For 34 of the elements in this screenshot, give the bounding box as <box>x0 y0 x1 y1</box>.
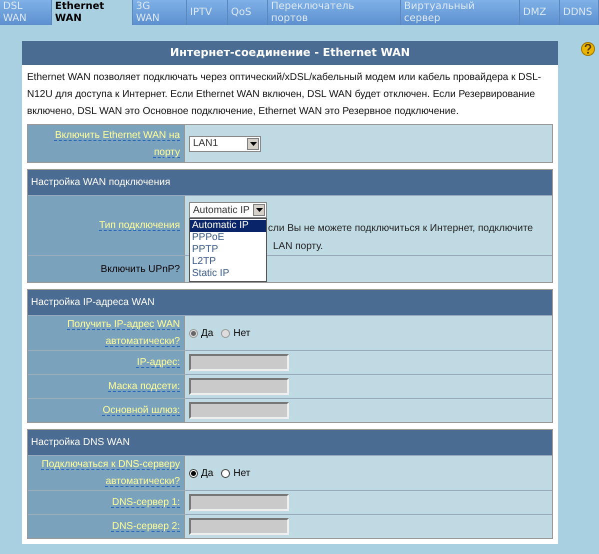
hint-text: LAN порту. <box>272 240 324 254</box>
radio-label: Нет <box>233 466 250 480</box>
dropdown-option[interactable]: PPPoE <box>190 232 266 244</box>
field-label: Получить IP-адрес WAN автоматически? <box>66 318 180 349</box>
radio-button[interactable] <box>189 468 198 478</box>
caret-icon <box>247 138 259 150</box>
caret-icon <box>253 204 265 216</box>
radio-label: Да <box>201 466 214 480</box>
radio-label: Да <box>201 326 214 340</box>
dropdown-option[interactable]: PPTP <box>190 244 266 256</box>
radio-label: Нет <box>233 326 250 340</box>
field-label: Включить UPnP? <box>100 262 180 276</box>
hint-text: сли Вы не можете подключиться к Интернет, подключите <box>268 222 533 236</box>
field-label: Основной шлюз: <box>102 404 180 418</box>
dropdown-select[interactable]: Automatic IP <box>189 202 267 218</box>
description-text: Ethernet WAN позволяет подключать через оптический/xDSL/кабельный модем или кабель провайдера к DSL-N12U для доступа к Интернет. Если Ethernet WAN включен, DSL WAN будет отключен. Если Резервирование включено, DSL WAN это Основное подключение, Ethernet WAN это Резервное подключение. <box>27 71 542 119</box>
field-label: Включить Ethernet WAN на порту <box>54 128 180 160</box>
field-label: Маска подсети: <box>108 380 180 394</box>
section-header: Настройка IP-адреса WAN <box>28 290 552 315</box>
field-label: DNS-сервер 1: <box>112 496 180 510</box>
field-label: Подключаться к DNS-серверу автоматически? <box>40 458 180 489</box>
radio-button[interactable] <box>221 468 230 478</box>
panel-title: Интернет-соединение - Ethernet WAN <box>22 41 558 65</box>
tab[interactable]: Ethernet WAN <box>52 0 133 25</box>
help-icon[interactable] <box>581 42 595 56</box>
dropdown-select[interactable]: LAN1 <box>189 136 261 152</box>
dropdown-option[interactable]: L2TP <box>190 256 266 268</box>
field-label: IP-адрес: <box>136 356 180 370</box>
field-label: DNS-сервер 2: <box>112 520 180 534</box>
field-label: Тип подключения <box>99 219 180 233</box>
section-header: Настройка WAN подключения <box>28 170 552 195</box>
dropdown-option[interactable]: Static IP <box>190 268 266 280</box>
section-header: Настройка DNS WAN <box>28 430 552 455</box>
dropdown-option[interactable]: Automatic IP <box>190 220 266 232</box>
